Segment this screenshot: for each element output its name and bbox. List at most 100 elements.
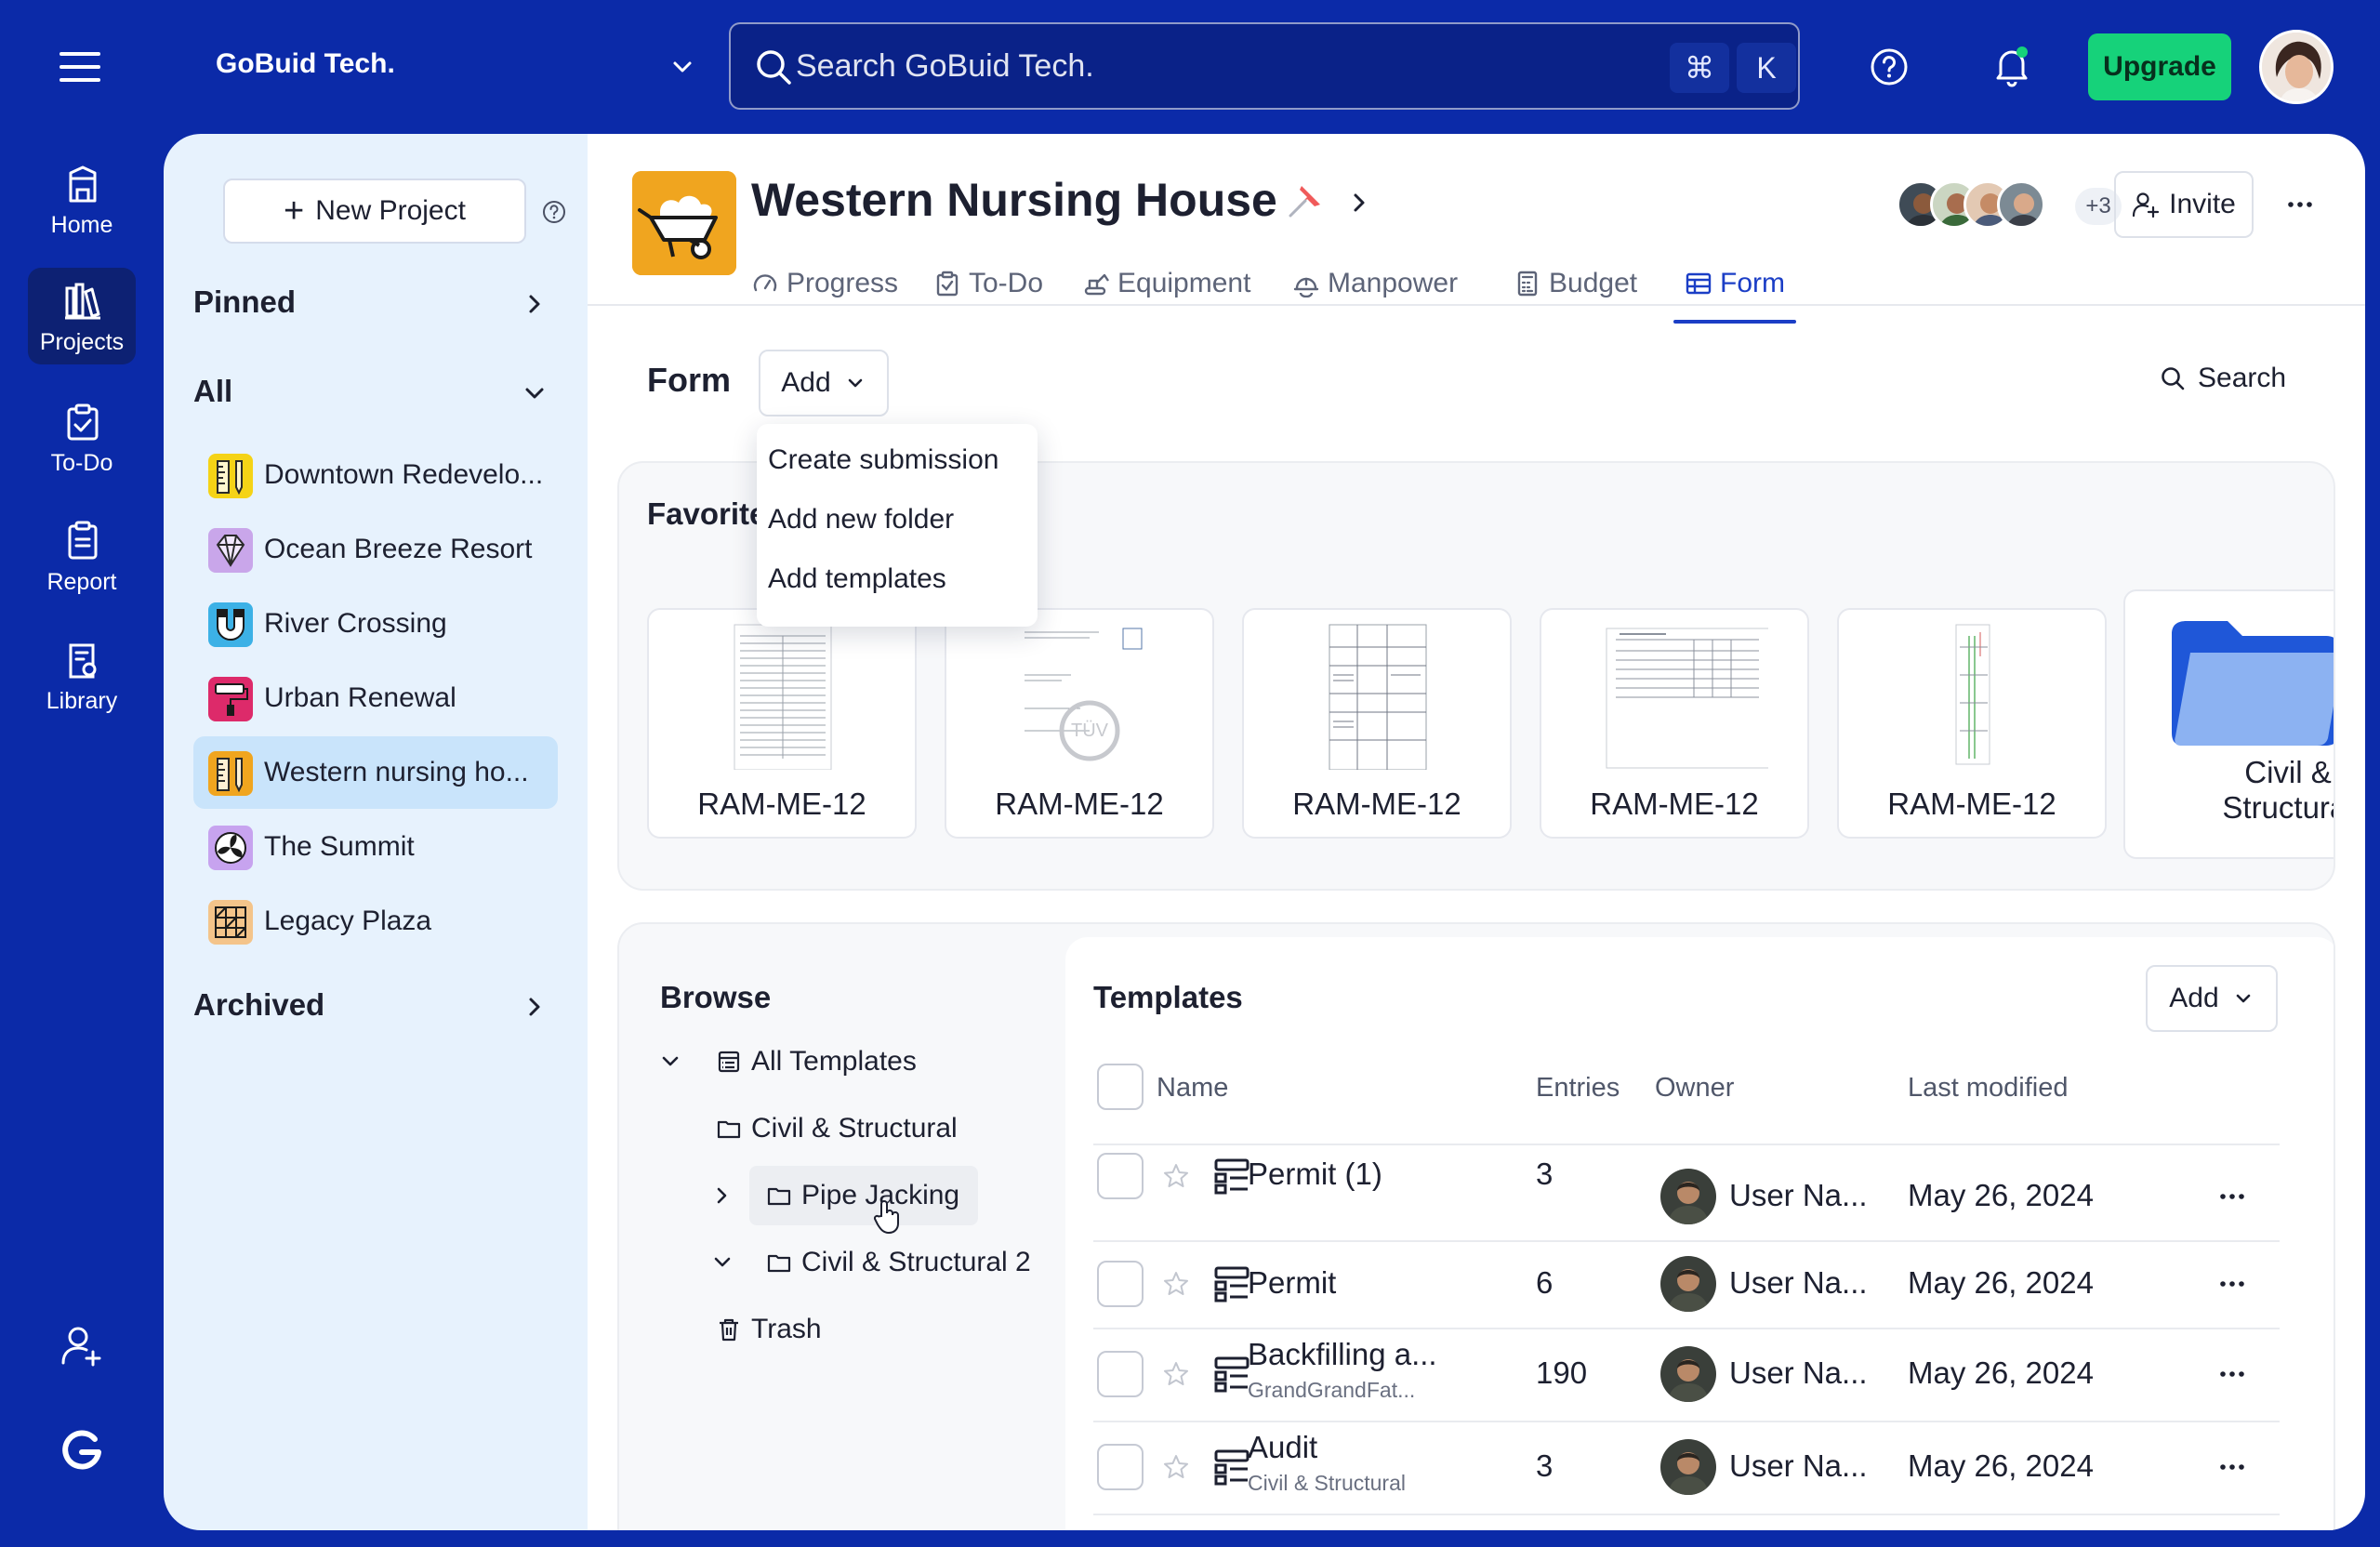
more-options-icon[interactable] (2218, 1270, 2246, 1298)
select-all-checkbox[interactable] (1097, 1064, 1144, 1110)
template-name[interactable]: Backfilling a... (1248, 1337, 1437, 1372)
chevron-down-icon[interactable] (521, 379, 549, 407)
document-thumbnail: TÜV (1013, 625, 1147, 770)
favorite-card[interactable]: RAM-ME-12 (647, 608, 917, 839)
chevron-down-icon (662, 1056, 679, 1066)
folder-name-line1: Civil & (2244, 755, 2332, 789)
nav-todo[interactable]: To-Do (28, 389, 136, 485)
favorite-card-name: RAM-ME-12 (1887, 787, 2056, 821)
upgrade-button[interactable]: Upgrade (2088, 33, 2231, 100)
favorite-card[interactable]: TÜV RAM-ME-12 (945, 608, 1214, 839)
projects-icon (65, 283, 100, 320)
project-name: Ocean Breeze Resort (264, 534, 533, 564)
star-icon[interactable] (1162, 1270, 1190, 1298)
help-icon[interactable] (541, 199, 567, 225)
collapse-chevron[interactable] (647, 1038, 694, 1085)
search-input[interactable]: Search GoBuid Tech. (796, 48, 1094, 85)
template-name[interactable]: Permit (1248, 1265, 1336, 1301)
row-checkbox[interactable] (1097, 1444, 1144, 1490)
add-user-icon[interactable] (60, 1324, 104, 1368)
column-header-name[interactable]: Name (1157, 1073, 1228, 1104)
project-item-the-summit[interactable]: The Summit (193, 811, 558, 883)
archived-section-title[interactable]: Archived (193, 987, 324, 1023)
favorite-card[interactable]: RAM-ME-12 (1242, 608, 1512, 839)
form-template-icon (1214, 1449, 1250, 1486)
new-project-label: New Project (315, 195, 466, 226)
tab-budget[interactable]: Budget (1514, 249, 1637, 324)
column-header-last-modified[interactable]: Last modified (1908, 1073, 2069, 1104)
collapse-chevron[interactable] (699, 1239, 746, 1286)
project-item-ocean-breeze[interactable]: Ocean Breeze Resort (193, 513, 558, 586)
nav-projects[interactable]: Projects (28, 268, 136, 364)
row-checkbox[interactable] (1097, 1351, 1144, 1397)
template-name[interactable]: Audit (1248, 1430, 1317, 1465)
column-header-entries[interactable]: Entries (1536, 1073, 1620, 1104)
tab-todo[interactable]: To-Do (933, 249, 1043, 324)
form-add-button[interactable]: Add (759, 350, 889, 416)
help-icon[interactable] (1869, 46, 1910, 87)
tree-item-trash[interactable]: Trash (716, 1300, 822, 1359)
chevron-right-icon[interactable] (1346, 190, 1372, 216)
nav-projects-label: Projects (39, 329, 125, 355)
project-name: River Crossing (264, 608, 447, 639)
tree-item-civil-structural[interactable]: Civil & Structural (716, 1099, 958, 1158)
form-template-icon (1214, 1356, 1250, 1393)
tab-equipment[interactable]: Equipment (1082, 249, 1250, 324)
menu-item-add-templates[interactable]: Add templates (768, 563, 946, 595)
menu-item-create-submission[interactable]: Create submission (768, 444, 998, 476)
user-avatar[interactable] (2259, 30, 2334, 104)
organization-name[interactable]: GoBuid Tech. (216, 48, 395, 80)
project-item-river-crossing[interactable]: River Crossing (193, 588, 558, 660)
nav-library[interactable]: Library (28, 627, 136, 723)
new-project-button[interactable]: + New Project (223, 178, 526, 244)
tree-item-pipe-jacking[interactable]: Pipe Jacking (749, 1166, 979, 1225)
all-section-title[interactable]: All (193, 374, 232, 409)
more-options-icon[interactable] (2218, 1453, 2246, 1481)
menu-item-add-new-folder[interactable]: Add new folder (768, 504, 954, 536)
template-owner[interactable]: User Na... (1729, 1448, 1868, 1484)
hamburger-menu-icon[interactable] (58, 48, 104, 86)
star-icon[interactable] (1162, 1162, 1190, 1190)
chevron-right-icon (717, 1187, 727, 1204)
more-options-icon[interactable] (2218, 1360, 2246, 1388)
global-search-bar[interactable]: Search GoBuid Tech. ⌘ K (729, 22, 1800, 110)
invite-button[interactable]: Invite (2114, 171, 2254, 238)
expand-chevron[interactable] (699, 1172, 746, 1219)
nav-home[interactable]: Home (28, 151, 136, 247)
project-item-downtown[interactable]: Downtown Redevelo... (193, 439, 558, 511)
column-header-owner[interactable]: Owner (1655, 1073, 1734, 1104)
star-icon[interactable] (1162, 1453, 1190, 1481)
template-owner[interactable]: User Na... (1729, 1265, 1868, 1301)
favorite-card[interactable]: RAM-ME-12 (1837, 608, 2107, 839)
row-checkbox[interactable] (1097, 1153, 1144, 1199)
tab-manpower[interactable]: Manpower (1292, 249, 1458, 324)
tab-form[interactable]: Form (1673, 249, 1796, 324)
chevron-right-icon[interactable] (521, 993, 549, 1021)
tab-progress[interactable]: Progress (751, 249, 898, 324)
project-item-legacy-plaza[interactable]: Legacy Plaza (193, 885, 558, 958)
templates-panel: Templates Add Name Entries Owner Last mo… (1065, 937, 2334, 1530)
more-options-icon[interactable] (2285, 190, 2315, 219)
favorite-folder-card[interactable]: Civil & Structural (2123, 589, 2334, 859)
chevron-right-icon[interactable] (521, 290, 549, 318)
templates-add-button[interactable]: Add (2146, 965, 2278, 1032)
favorite-card[interactable]: RAM-ME-12 (1540, 608, 1809, 839)
pin-icon[interactable] (1285, 180, 1326, 221)
helmet-icon (1293, 277, 1319, 298)
gobuild-logo-icon[interactable] (60, 1428, 104, 1473)
tree-item-civil-structural-2[interactable]: Civil & Structural 2 (766, 1233, 1031, 1292)
project-item-urban-renewal[interactable]: Urban Renewal (193, 662, 558, 734)
project-item-western-nursing[interactable]: Western nursing ho... (193, 736, 558, 809)
star-icon[interactable] (1162, 1360, 1190, 1388)
nav-report[interactable]: Report (28, 508, 136, 604)
pinned-section-title[interactable]: Pinned (193, 284, 296, 320)
template-name[interactable]: Permit (1) (1248, 1157, 1382, 1192)
tree-item-all-templates[interactable]: All Templates (716, 1032, 917, 1091)
form-search-button[interactable]: Search (2159, 363, 2286, 394)
template-owner[interactable]: User Na... (1729, 1178, 1868, 1213)
notification-bell-icon[interactable] (1991, 45, 2032, 87)
chevron-down-icon[interactable] (668, 52, 697, 82)
more-options-icon[interactable] (2218, 1183, 2246, 1210)
template-owner[interactable]: User Na... (1729, 1355, 1868, 1391)
row-checkbox[interactable] (1097, 1261, 1144, 1307)
